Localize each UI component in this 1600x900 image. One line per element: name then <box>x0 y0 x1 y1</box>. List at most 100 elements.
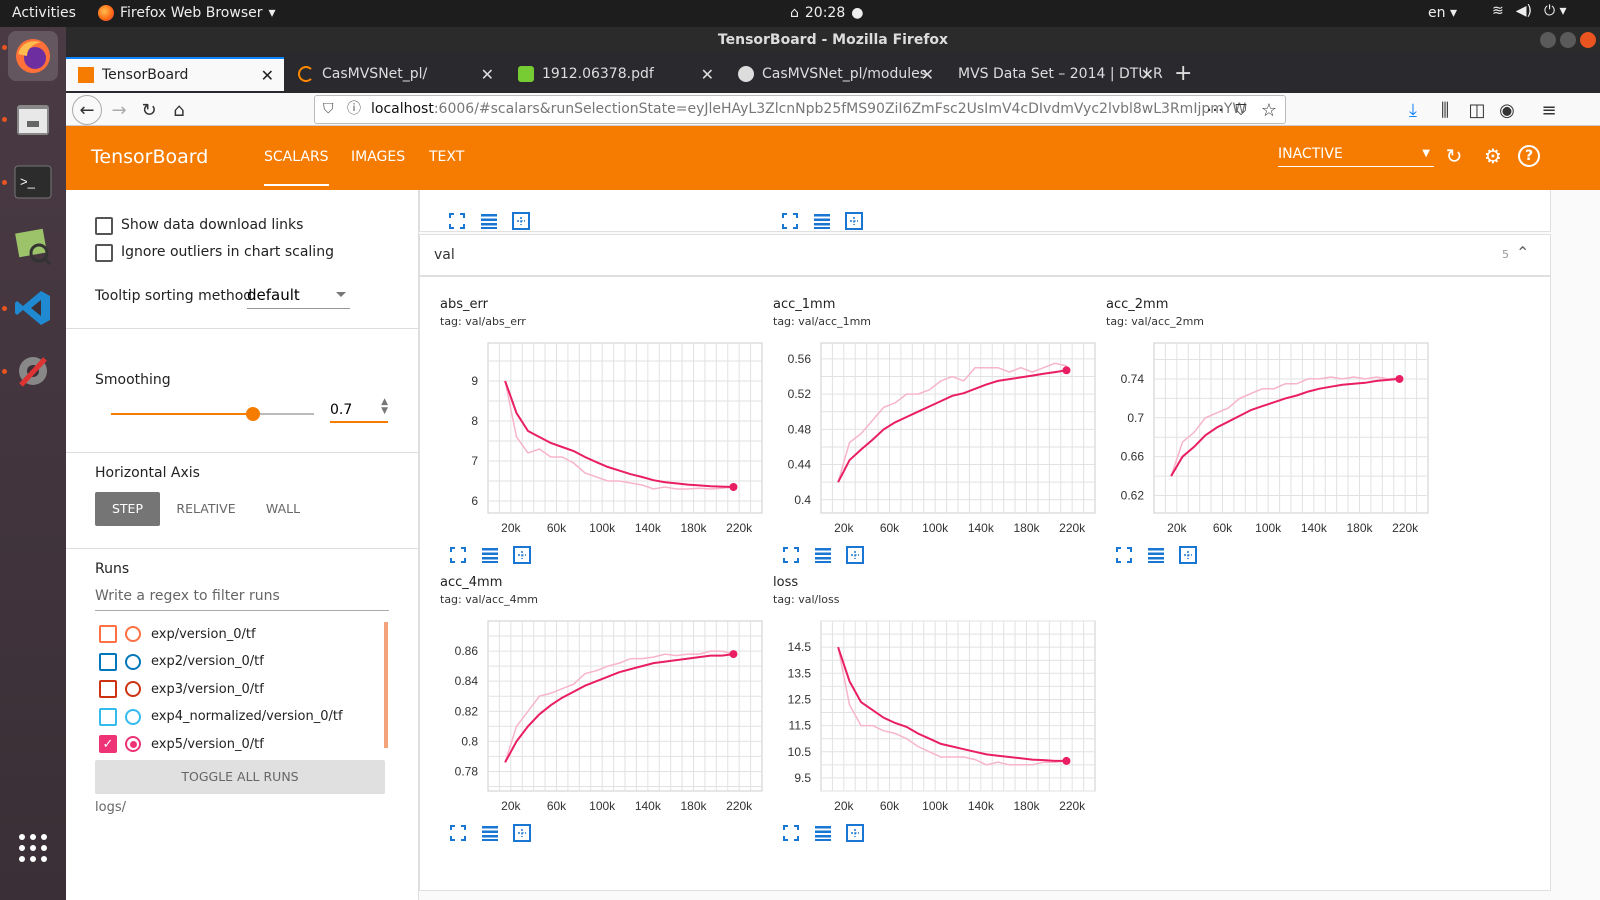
reload-button[interactable]: ↻ <box>136 97 162 123</box>
ignore-outliers-checkbox[interactable] <box>95 244 113 262</box>
run-row[interactable]: exp3/version_0/tf <box>99 677 264 701</box>
log-scale-icon[interactable] <box>813 545 833 565</box>
dock-files[interactable] <box>8 94 58 144</box>
tab-scalars[interactable]: SCALARS <box>264 149 329 186</box>
log-scale-icon[interactable] <box>1146 545 1166 565</box>
run-radio[interactable] <box>125 653 141 670</box>
expand-icon[interactable] <box>1114 545 1134 565</box>
home-button[interactable]: ⌂ <box>166 97 192 123</box>
log-scale-icon[interactable] <box>480 545 500 565</box>
log-scale-icon[interactable] <box>812 211 832 231</box>
back-button[interactable]: ← <box>72 95 102 125</box>
help-icon[interactable]: ? <box>1518 145 1540 167</box>
toggle-all-runs-button[interactable]: TOGGLE ALL RUNS <box>95 760 385 794</box>
collapse-chevron-icon[interactable]: ⌃ <box>1516 243 1529 262</box>
bookmark-star-icon[interactable]: ☆ <box>1256 97 1282 123</box>
settings-gear-icon[interactable]: ⚙ <box>1479 142 1507 170</box>
maximize-button[interactable] <box>1560 32 1576 48</box>
pocket-icon[interactable]: ⛉ <box>1228 97 1254 123</box>
haxis-relative-button[interactable]: RELATIVE <box>168 492 244 526</box>
run-checkbox[interactable]: ✓ <box>99 735 117 753</box>
minimize-button[interactable] <box>1540 32 1556 48</box>
run-radio[interactable] <box>125 681 141 697</box>
log-scale-icon[interactable] <box>479 211 499 231</box>
refresh-icon[interactable]: ↻ <box>1440 142 1468 170</box>
sidebar-icon[interactable]: ◫ <box>1464 97 1490 123</box>
clock[interactable]: ⌂ 20:28 ● <box>790 5 863 21</box>
stepper-icon[interactable]: ▲ ▼ <box>381 398 388 416</box>
tab-pdf[interactable]: 1912.06378.pdf ✕ <box>506 57 724 91</box>
tab-images[interactable]: IMAGES <box>351 149 405 165</box>
log-scale-icon[interactable] <box>480 823 500 843</box>
run-filter-input[interactable]: Write a regex to filter runs <box>95 588 389 611</box>
close-window-button[interactable] <box>1580 32 1596 48</box>
new-tab-button[interactable]: + <box>1174 61 1192 86</box>
expand-icon[interactable] <box>448 545 468 565</box>
line-chart[interactable]: 20k 60k 100k 140k 180k 220k 0.56 0.52 0.48 0.44 0.… <box>773 333 1103 543</box>
fit-domain-icon[interactable] <box>845 545 865 565</box>
url-bar[interactable]: ⛉ ⓘ localhost:6006/#scalars&runSelection… <box>314 95 1286 124</box>
expand-icon[interactable] <box>781 823 801 843</box>
fit-domain-icon[interactable] <box>1178 545 1198 565</box>
close-tab-icon[interactable]: ✕ <box>261 66 274 85</box>
library-icon[interactable]: ⫼ <box>1432 97 1458 123</box>
fit-domain-icon[interactable] <box>511 211 531 231</box>
activities-button[interactable]: Activities <box>12 5 76 21</box>
show-download-checkbox[interactable] <box>95 217 113 235</box>
smoothing-input[interactable]: 0.7 ▲ ▼ <box>330 398 388 423</box>
tab-text[interactable]: TEXT <box>429 149 464 165</box>
show-applications-button[interactable] <box>8 823 58 873</box>
close-tab-icon[interactable]: ✕ <box>921 65 934 84</box>
run-list-scrollbar[interactable] <box>384 622 388 748</box>
dock-settings[interactable] <box>8 346 58 396</box>
tooltip-sort-select[interactable]: default <box>247 286 350 309</box>
run-row[interactable]: exp2/version_0/tf <box>99 650 264 674</box>
system-tray[interactable]: ≋ ◀) ⏻ ▾ <box>1492 3 1567 19</box>
log-scale-icon[interactable] <box>813 823 833 843</box>
run-checkbox[interactable] <box>99 625 117 643</box>
dock-vscode[interactable] <box>8 283 58 333</box>
expand-icon[interactable] <box>448 823 468 843</box>
page-actions-icon[interactable]: ··· <box>1202 97 1228 123</box>
group-header[interactable]: val 5 ⌃ <box>419 234 1551 276</box>
dock-terminal[interactable]: >_ <box>8 157 58 207</box>
expand-icon[interactable] <box>781 545 801 565</box>
expand-icon[interactable] <box>780 211 800 231</box>
haxis-wall-button[interactable]: WALL <box>256 492 310 526</box>
run-radio[interactable] <box>125 626 141 642</box>
dock-image-viewer[interactable] <box>8 220 58 270</box>
close-tab-icon[interactable]: ✕ <box>481 65 494 84</box>
fit-domain-icon[interactable] <box>512 823 532 843</box>
line-chart[interactable]: 20k 60k 100k 140k 180k 220k 9 8 7 6 <box>440 333 770 543</box>
tab-github[interactable]: CasMVSNet_pl/modules ✕ <box>726 57 944 91</box>
run-checkbox[interactable] <box>99 707 117 726</box>
run-row[interactable]: ✓ exp5/version_0/tf <box>99 732 264 756</box>
expand-icon[interactable] <box>447 211 467 231</box>
fit-domain-icon[interactable] <box>512 545 532 565</box>
account-icon[interactable]: ◉ <box>1494 97 1520 123</box>
close-tab-icon[interactable]: ✕ <box>1141 65 1154 84</box>
tab-tensorboard[interactable]: TensorBoard ✕ <box>66 57 284 91</box>
app-menu[interactable]: Firefox Web Browser ▾ <box>98 5 276 21</box>
downloads-icon[interactable]: ⤓ <box>1400 97 1426 123</box>
hamburger-menu-icon[interactable]: ≡ <box>1536 97 1562 123</box>
run-checkbox[interactable] <box>99 680 117 698</box>
run-radio[interactable] <box>125 736 141 752</box>
language-selector[interactable]: en ▾ <box>1428 5 1457 21</box>
fit-domain-icon[interactable] <box>844 211 864 231</box>
close-tab-icon[interactable]: ✕ <box>701 65 714 84</box>
line-chart[interactable]: 20k 60k 100k 140k 180k 220k 0.74 0.7 0.66 0.62 <box>1106 333 1436 543</box>
line-chart[interactable]: 20k 60k 100k 140k 180k 220k 0.86 0.84 0.82 0.8 0.7… <box>440 611 770 821</box>
fit-domain-icon[interactable] <box>845 823 865 843</box>
smoothing-slider-handle[interactable] <box>246 407 261 421</box>
dock-firefox[interactable] <box>8 31 58 81</box>
line-chart[interactable]: 20k 60k 100k 140k 180k 220k 14.5 13.5 12.5 11.5 10… <box>773 611 1103 821</box>
run-row[interactable]: exp/version_0/tf <box>99 622 256 646</box>
forward-button[interactable]: → <box>106 97 132 123</box>
run-row[interactable]: exp4_normalized/version_0/tf <box>99 705 343 729</box>
haxis-step-button[interactable]: STEP <box>95 492 160 526</box>
tab-casmvsnet[interactable]: CasMVSNet_pl/ ✕ <box>286 57 504 91</box>
plugin-selector[interactable]: INACTIVE ▼ <box>1278 146 1434 167</box>
run-checkbox[interactable] <box>99 652 117 671</box>
tab-mvs-dataset[interactable]: MVS Data Set – 2014 | DTU R ✕ <box>946 57 1164 91</box>
